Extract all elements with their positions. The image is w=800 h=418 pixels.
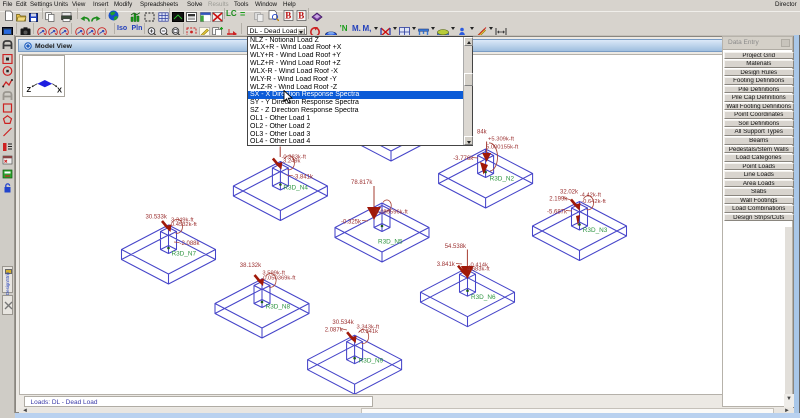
svg-text:5.000155k-ft: 5.000155k-ft [486, 145, 519, 151]
svg-text:R3D_N6: R3D_N6 [471, 294, 496, 301]
svg-text:-0.4532k-ft: -0.4532k-ft [169, 222, 197, 228]
svg-text:-0.325k: -0.325k [341, 220, 362, 226]
svg-text:X: X [57, 86, 62, 95]
svg-text:-5.687k: -5.687k [547, 210, 568, 216]
svg-text:R3D_N3: R3D_N3 [583, 227, 608, 234]
svg-text:Z: Z [26, 85, 31, 94]
svg-text:-0.341k: -0.341k [359, 329, 378, 335]
svg-text:R3D_N4: R3D_N4 [283, 185, 308, 192]
svg-text:4.683k-ft: 4.683k-ft [467, 267, 490, 273]
svg-text:78.817k: 78.817k [351, 180, 373, 186]
svg-text:+5.309k-ft: +5.309k-ft [488, 137, 514, 143]
svg-text:0.059596k-ft: 0.059596k-ft [376, 210, 409, 216]
svg-text:2.199k: 2.199k [549, 197, 568, 203]
svg-text:R3D_N7: R3D_N7 [172, 251, 197, 258]
svg-text:3.249k: 3.249k [283, 159, 301, 165]
svg-text:-3.776k: -3.776k [453, 156, 474, 162]
svg-text:-2.088k: -2.088k [180, 241, 201, 247]
svg-text:B: B [285, 11, 291, 21]
svg-text:-0.050369k-ft: -0.050369k-ft [261, 276, 296, 282]
svg-text:84k: 84k [477, 130, 488, 136]
svg-text:-0.642k-ft: -0.642k-ft [581, 199, 606, 205]
svg-text:-4.42k-ft: -4.42k-ft [580, 193, 602, 199]
svg-text:54.538k: 54.538k [445, 244, 467, 250]
svg-text:-3.841k: -3.841k [293, 175, 314, 181]
svg-text:30.534k: 30.534k [332, 320, 354, 326]
svg-text:R3D_N8: R3D_N8 [266, 304, 291, 311]
svg-text:32.02k: 32.02k [560, 190, 579, 196]
svg-text:B: B [298, 11, 304, 21]
svg-text:R3D_N9: R3D_N9 [359, 358, 384, 365]
svg-text:30.533k: 30.533k [146, 215, 168, 221]
svg-text:3.841k: 3.841k [437, 262, 456, 268]
svg-text:R3D_N2: R3D_N2 [490, 176, 515, 183]
svg-text:R3D_N5: R3D_N5 [378, 239, 403, 246]
svg-text:38.132k: 38.132k [240, 263, 262, 269]
